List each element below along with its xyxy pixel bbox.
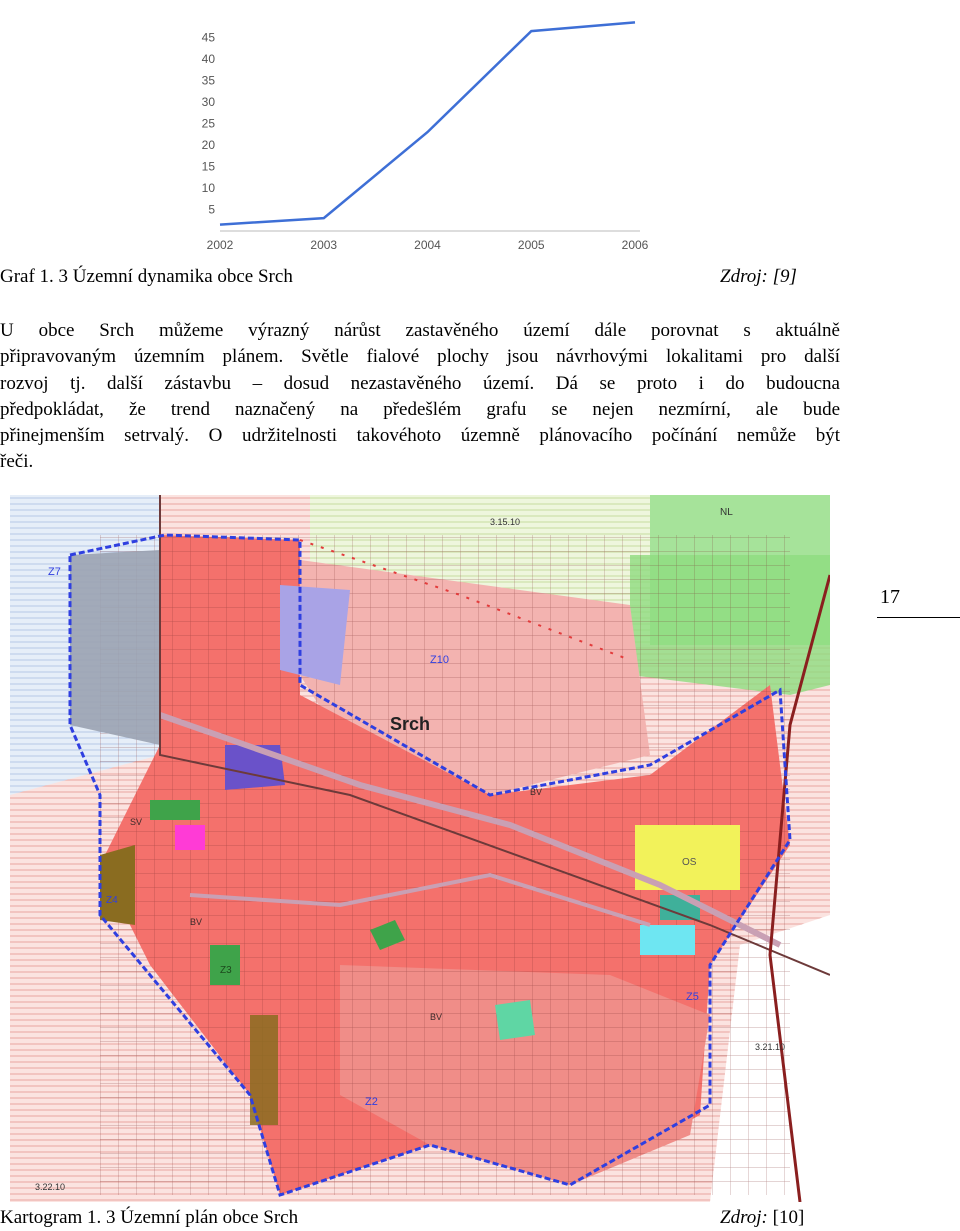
paragraph-line: řeči. bbox=[0, 451, 34, 473]
zone-label: Z5 bbox=[686, 991, 699, 1003]
x-tick-label: 2005 bbox=[518, 238, 545, 252]
y-tick-label: 30 bbox=[202, 95, 216, 109]
y-tick-label: 40 bbox=[202, 52, 216, 66]
zone-label: 3.22.10 bbox=[35, 1182, 65, 1192]
zone-label: NL bbox=[720, 507, 733, 518]
mixed-use-area bbox=[70, 550, 160, 745]
paragraph-line: rozvoj tj. další zástavbu – dosud nezast… bbox=[0, 372, 840, 394]
paragraph-line: U obce Srch můžeme výrazný nárůst zastav… bbox=[0, 320, 840, 341]
page-number: 17 bbox=[880, 586, 900, 608]
x-axis-ticks: 2002 2003 2004 2005 2006 bbox=[207, 238, 649, 252]
series-line bbox=[219, 21, 636, 226]
map-source: Zdroj: [10] bbox=[720, 1207, 804, 1229]
x-tick-label: 2006 bbox=[622, 238, 649, 252]
y-tick-label: 35 bbox=[202, 74, 216, 88]
paragraph-line: předpokládat, že trend naznačený na před… bbox=[0, 398, 840, 420]
map-caption: Kartogram 1. 3 Územní plán obce Srch bbox=[0, 1207, 298, 1229]
zone-label: BV bbox=[530, 787, 542, 797]
zone-label: Z4 bbox=[106, 895, 118, 906]
pink-civic-area bbox=[175, 825, 205, 850]
y-tick-label: 10 bbox=[202, 181, 216, 195]
cemetery-area bbox=[495, 1000, 535, 1040]
graph-source-ref: [9] bbox=[772, 266, 797, 287]
green-area-a bbox=[150, 800, 200, 820]
zone-label: 3.21.10 bbox=[755, 1042, 785, 1052]
zone-label: Z7 bbox=[48, 566, 61, 578]
page-number-rule bbox=[877, 617, 960, 618]
proposed-area-z10 bbox=[280, 585, 350, 685]
x-tick-label: 2004 bbox=[414, 238, 441, 252]
land-use-plan-map: Srch Z7 Z10 Z5 Z2 Z3 Z4 OS NL BV BV BV S… bbox=[10, 495, 830, 1202]
brown-area-west bbox=[100, 845, 135, 925]
zone-label: BV bbox=[190, 917, 202, 927]
x-tick-label: 2003 bbox=[310, 238, 337, 252]
graph-source-label: Zdroj: bbox=[720, 266, 768, 287]
map-caption-label: Kartogram 1. 3 Územní plán obce Srch bbox=[0, 1207, 299, 1228]
zone-label: Z10 bbox=[430, 654, 449, 666]
zone-label: 3.15.10 bbox=[490, 517, 520, 527]
zone-label: BV bbox=[430, 1012, 442, 1022]
y-tick-label: 20 bbox=[202, 138, 216, 152]
zone-label: Z3 bbox=[220, 965, 232, 976]
graph-caption-label: Graf 1. 3 Územní dynamika obce Srch bbox=[0, 266, 293, 287]
body-paragraph: U obce Srch můžeme výrazný nárůst zastav… bbox=[0, 318, 840, 476]
map-source-ref: [10] bbox=[772, 1207, 805, 1228]
paragraph-line: připravovaným územním plánem. Světle fia… bbox=[0, 346, 840, 368]
graph-source: Zdroj: [9] bbox=[720, 266, 797, 288]
water-area bbox=[640, 925, 695, 955]
zone-label: OS bbox=[682, 857, 697, 868]
x-tick-label: 2002 bbox=[207, 238, 234, 252]
y-tick-label: 15 bbox=[202, 160, 216, 174]
zone-label: SV bbox=[130, 817, 142, 827]
zone-label: Z2 bbox=[365, 1096, 378, 1108]
territorial-dynamics-chart: 5 10 15 20 25 30 35 40 45 2002 2003 2004 2005 2006 bbox=[202, 21, 649, 252]
y-tick-label: 45 bbox=[202, 31, 216, 45]
graph-caption: Graf 1. 3 Územní dynamika obce Srch bbox=[0, 266, 293, 288]
paragraph-line: přinejmenším setrvalý. O udržitelnosti t… bbox=[0, 425, 840, 447]
y-tick-label: 5 bbox=[208, 203, 215, 217]
y-axis-ticks: 5 10 15 20 25 30 35 40 45 bbox=[202, 31, 216, 217]
civic-area bbox=[225, 745, 285, 790]
map-source-label: Zdroj: bbox=[720, 1207, 768, 1228]
town-label: Srch bbox=[390, 714, 430, 734]
y-tick-label: 25 bbox=[202, 117, 216, 131]
